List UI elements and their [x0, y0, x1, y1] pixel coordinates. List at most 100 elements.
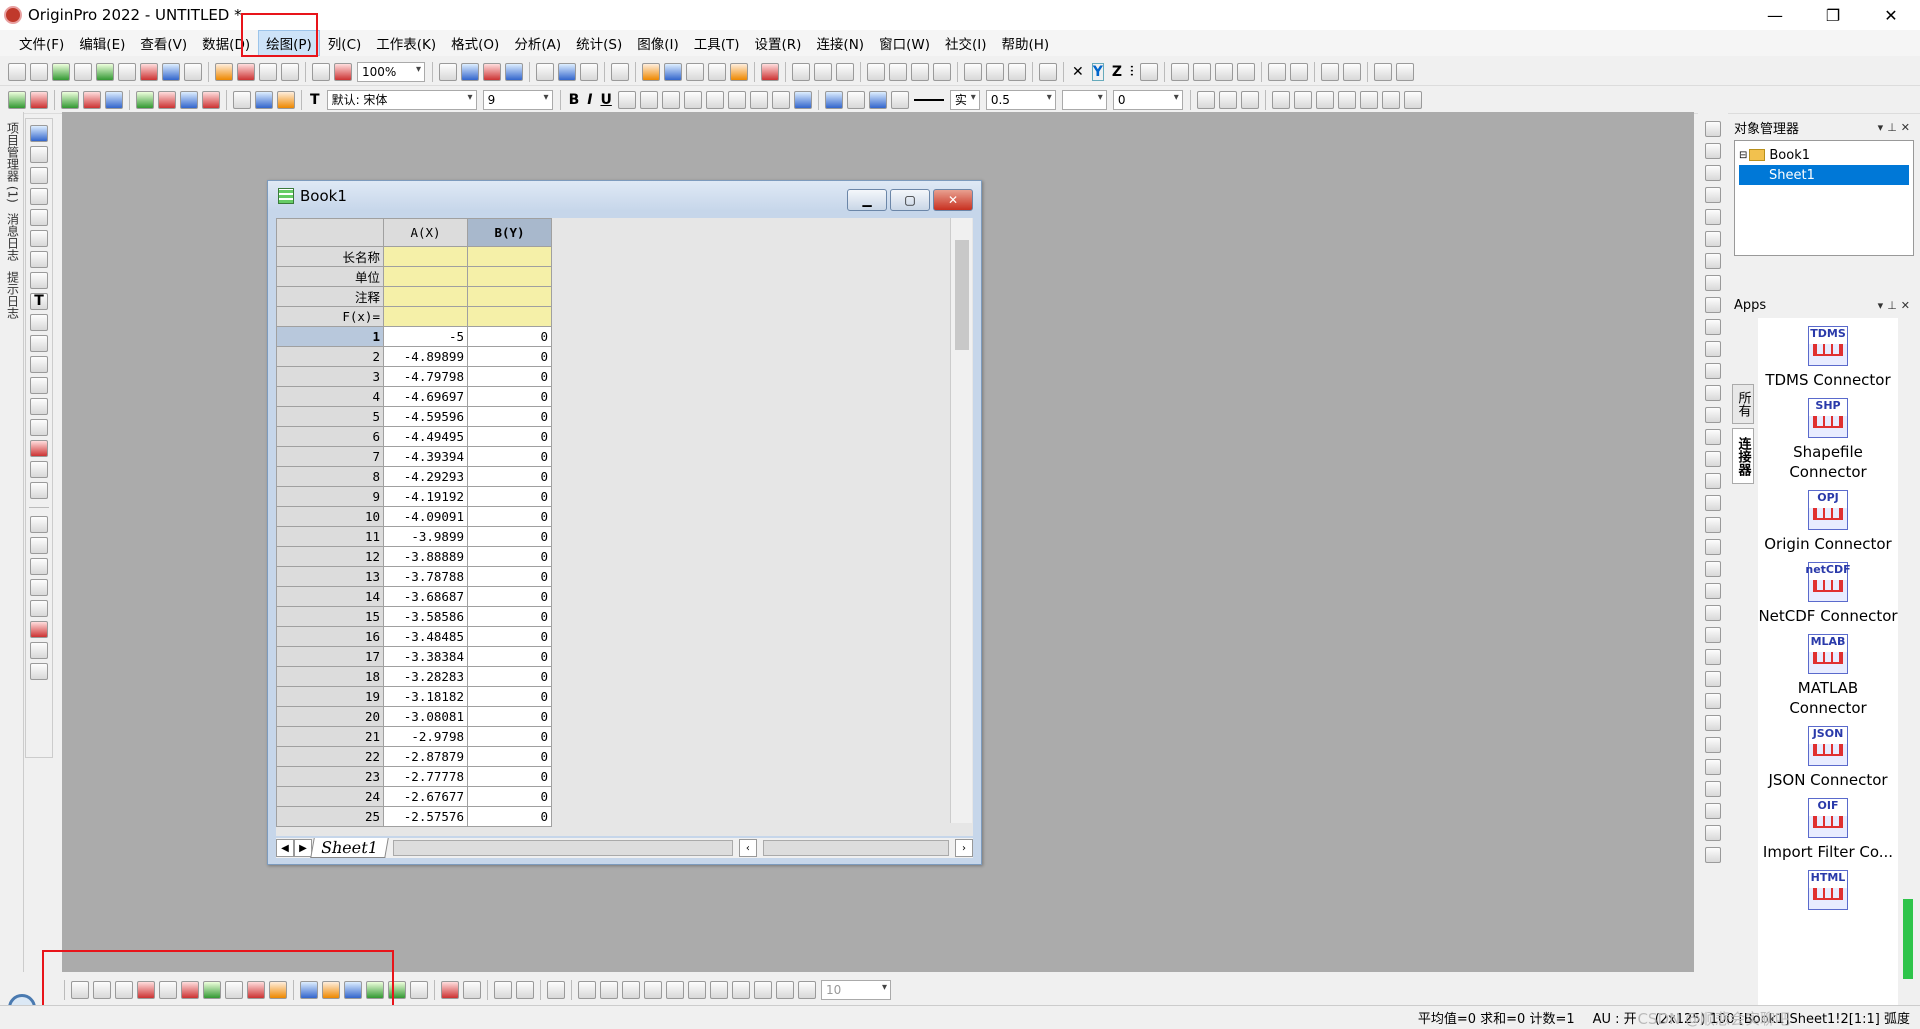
app-connector-item[interactable]: SHP Shapefile Connector: [1758, 398, 1898, 482]
move-left-icon[interactable]: [1192, 62, 1211, 81]
set-none-icon[interactable]: ✕: [1072, 64, 1084, 80]
scroll-left-arrow-icon[interactable]: ‹: [738, 839, 757, 857]
data-cell[interactable]: 0: [467, 446, 552, 467]
axis-icon[interactable]: [1705, 121, 1721, 137]
text-tool-icon[interactable]: T: [30, 293, 48, 310]
label-cell[interactable]: [467, 266, 552, 287]
menu-item-10[interactable]: 图像(I): [630, 31, 686, 55]
open-icon[interactable]: [215, 62, 233, 81]
layer-tool-icon[interactable]: [30, 642, 48, 659]
data-cell[interactable]: 0: [467, 346, 552, 367]
merge-graph-icon[interactable]: [463, 981, 481, 999]
fill-pattern-icon[interactable]: [1196, 90, 1215, 109]
layout-23-icon[interactable]: [1705, 737, 1721, 753]
layout-22-icon[interactable]: [1705, 715, 1721, 731]
maximize-button[interactable]: ❐: [1804, 0, 1862, 30]
circle-icon[interactable]: [30, 537, 48, 554]
line-style-select[interactable]: 实: [949, 89, 980, 110]
export-icon[interactable]: [505, 62, 523, 81]
data-cell[interactable]: 0: [467, 506, 552, 527]
row-header[interactable]: 14: [276, 586, 384, 607]
increase-font-icon[interactable]: [705, 90, 724, 109]
row-header[interactable]: 4: [276, 386, 384, 407]
swap-rows-icon[interactable]: [1289, 62, 1308, 81]
object-1-icon[interactable]: [494, 981, 512, 999]
line-color-icon[interactable]: [868, 90, 887, 109]
zoom-in-icon[interactable]: [30, 146, 48, 163]
data-cell[interactable]: 0: [467, 546, 552, 567]
italic-button[interactable]: I: [587, 92, 592, 108]
data-cell[interactable]: 0: [467, 806, 552, 827]
data-selector-icon[interactable]: [30, 251, 48, 268]
shape-7-icon[interactable]: [710, 981, 728, 999]
row-header[interactable]: 17: [276, 646, 384, 667]
line-width-select[interactable]: 0.5: [985, 89, 1056, 110]
new-graph-icon[interactable]: [74, 62, 92, 81]
row-header[interactable]: 15: [276, 606, 384, 627]
data-cell[interactable]: -4.69697: [383, 386, 468, 407]
layout-26-icon[interactable]: [1705, 803, 1721, 819]
new-excel-icon[interactable]: [184, 62, 202, 81]
layout-11-icon[interactable]: [1705, 473, 1721, 489]
add-columns-icon[interactable]: [30, 90, 48, 109]
new-layout-icon[interactable]: [140, 62, 158, 81]
menu-item-15[interactable]: 社交(I): [938, 31, 994, 55]
data-cell[interactable]: 0: [467, 486, 552, 507]
set-xy-icon[interactable]: [792, 62, 810, 81]
axis-2-icon[interactable]: [1705, 143, 1721, 159]
arrow-tool-icon[interactable]: [30, 335, 48, 352]
swap-columns-icon[interactable]: [1267, 62, 1286, 81]
status-au[interactable]: AU : 开: [1593, 1008, 1637, 1027]
new-workbook-icon[interactable]: [52, 62, 70, 81]
row-header[interactable]: 13: [276, 566, 384, 587]
row-header[interactable]: 1: [276, 326, 384, 347]
superscript-icon[interactable]: [617, 90, 636, 109]
menu-item-16[interactable]: 帮助(H): [994, 31, 1056, 55]
data-cell[interactable]: -3.78788: [383, 566, 468, 587]
label-row-header[interactable]: F(x)=: [276, 306, 384, 327]
layer-content-icon[interactable]: [105, 90, 123, 109]
annotation-icon[interactable]: [30, 314, 48, 331]
data-cell[interactable]: 0: [467, 326, 552, 347]
menu-item-11[interactable]: 工具(T): [687, 31, 747, 55]
apps-panel-controls-icon[interactable]: ▾⊥✕: [1878, 299, 1914, 312]
shape-4-icon[interactable]: [644, 981, 662, 999]
data-cell[interactable]: 0: [467, 586, 552, 607]
row-header[interactable]: 21: [276, 726, 384, 747]
set-disregard-icon[interactable]: [1039, 62, 1057, 81]
row-header[interactable]: 19: [276, 686, 384, 707]
tree-item-sheet[interactable]: Sheet1: [1739, 165, 1909, 185]
data-cell[interactable]: -3.18182: [383, 686, 468, 707]
move-first-icon[interactable]: [1170, 62, 1189, 81]
layout-17-icon[interactable]: [1705, 605, 1721, 621]
layout-27-icon[interactable]: [1705, 825, 1721, 841]
new-function-icon[interactable]: [118, 62, 136, 81]
table-tool-icon[interactable]: [30, 600, 48, 617]
layout-18-icon[interactable]: [1705, 627, 1721, 643]
data-cell[interactable]: -2.87879: [383, 746, 468, 767]
set-error-icon[interactable]: ⫶: [1130, 64, 1134, 80]
open-template-icon[interactable]: [237, 62, 255, 81]
reapply-filter-icon[interactable]: [1008, 62, 1026, 81]
apps-tab-connectors[interactable]: 连接器: [1732, 428, 1754, 484]
apps-tab-all[interactable]: 所有: [1732, 384, 1754, 424]
label-cell[interactable]: [383, 306, 468, 327]
border-icon[interactable]: [1218, 90, 1237, 109]
layout-8-icon[interactable]: [1705, 407, 1721, 423]
insert-image-icon[interactable]: [30, 440, 48, 457]
data-cell[interactable]: 0: [467, 386, 552, 407]
sup-sub-icon[interactable]: [661, 90, 680, 109]
app-connector-item[interactable]: netCDF NetCDF Connector: [1758, 562, 1898, 626]
merge-icon[interactable]: [136, 90, 154, 109]
object-2-icon[interactable]: [516, 981, 534, 999]
close-button[interactable]: ✕: [1862, 0, 1920, 30]
line-tool-icon[interactable]: [30, 356, 48, 373]
data-cell[interactable]: -2.9798: [383, 726, 468, 747]
apps-scroll-thumb[interactable]: [1903, 899, 1913, 979]
layer-add-icon[interactable]: [202, 90, 220, 109]
row-header[interactable]: 2: [276, 346, 384, 367]
size-select[interactable]: 10: [821, 980, 891, 1000]
row-header[interactable]: 9: [276, 486, 384, 507]
cut-icon[interactable]: [233, 90, 251, 109]
data-cell[interactable]: -3.28283: [383, 666, 468, 687]
